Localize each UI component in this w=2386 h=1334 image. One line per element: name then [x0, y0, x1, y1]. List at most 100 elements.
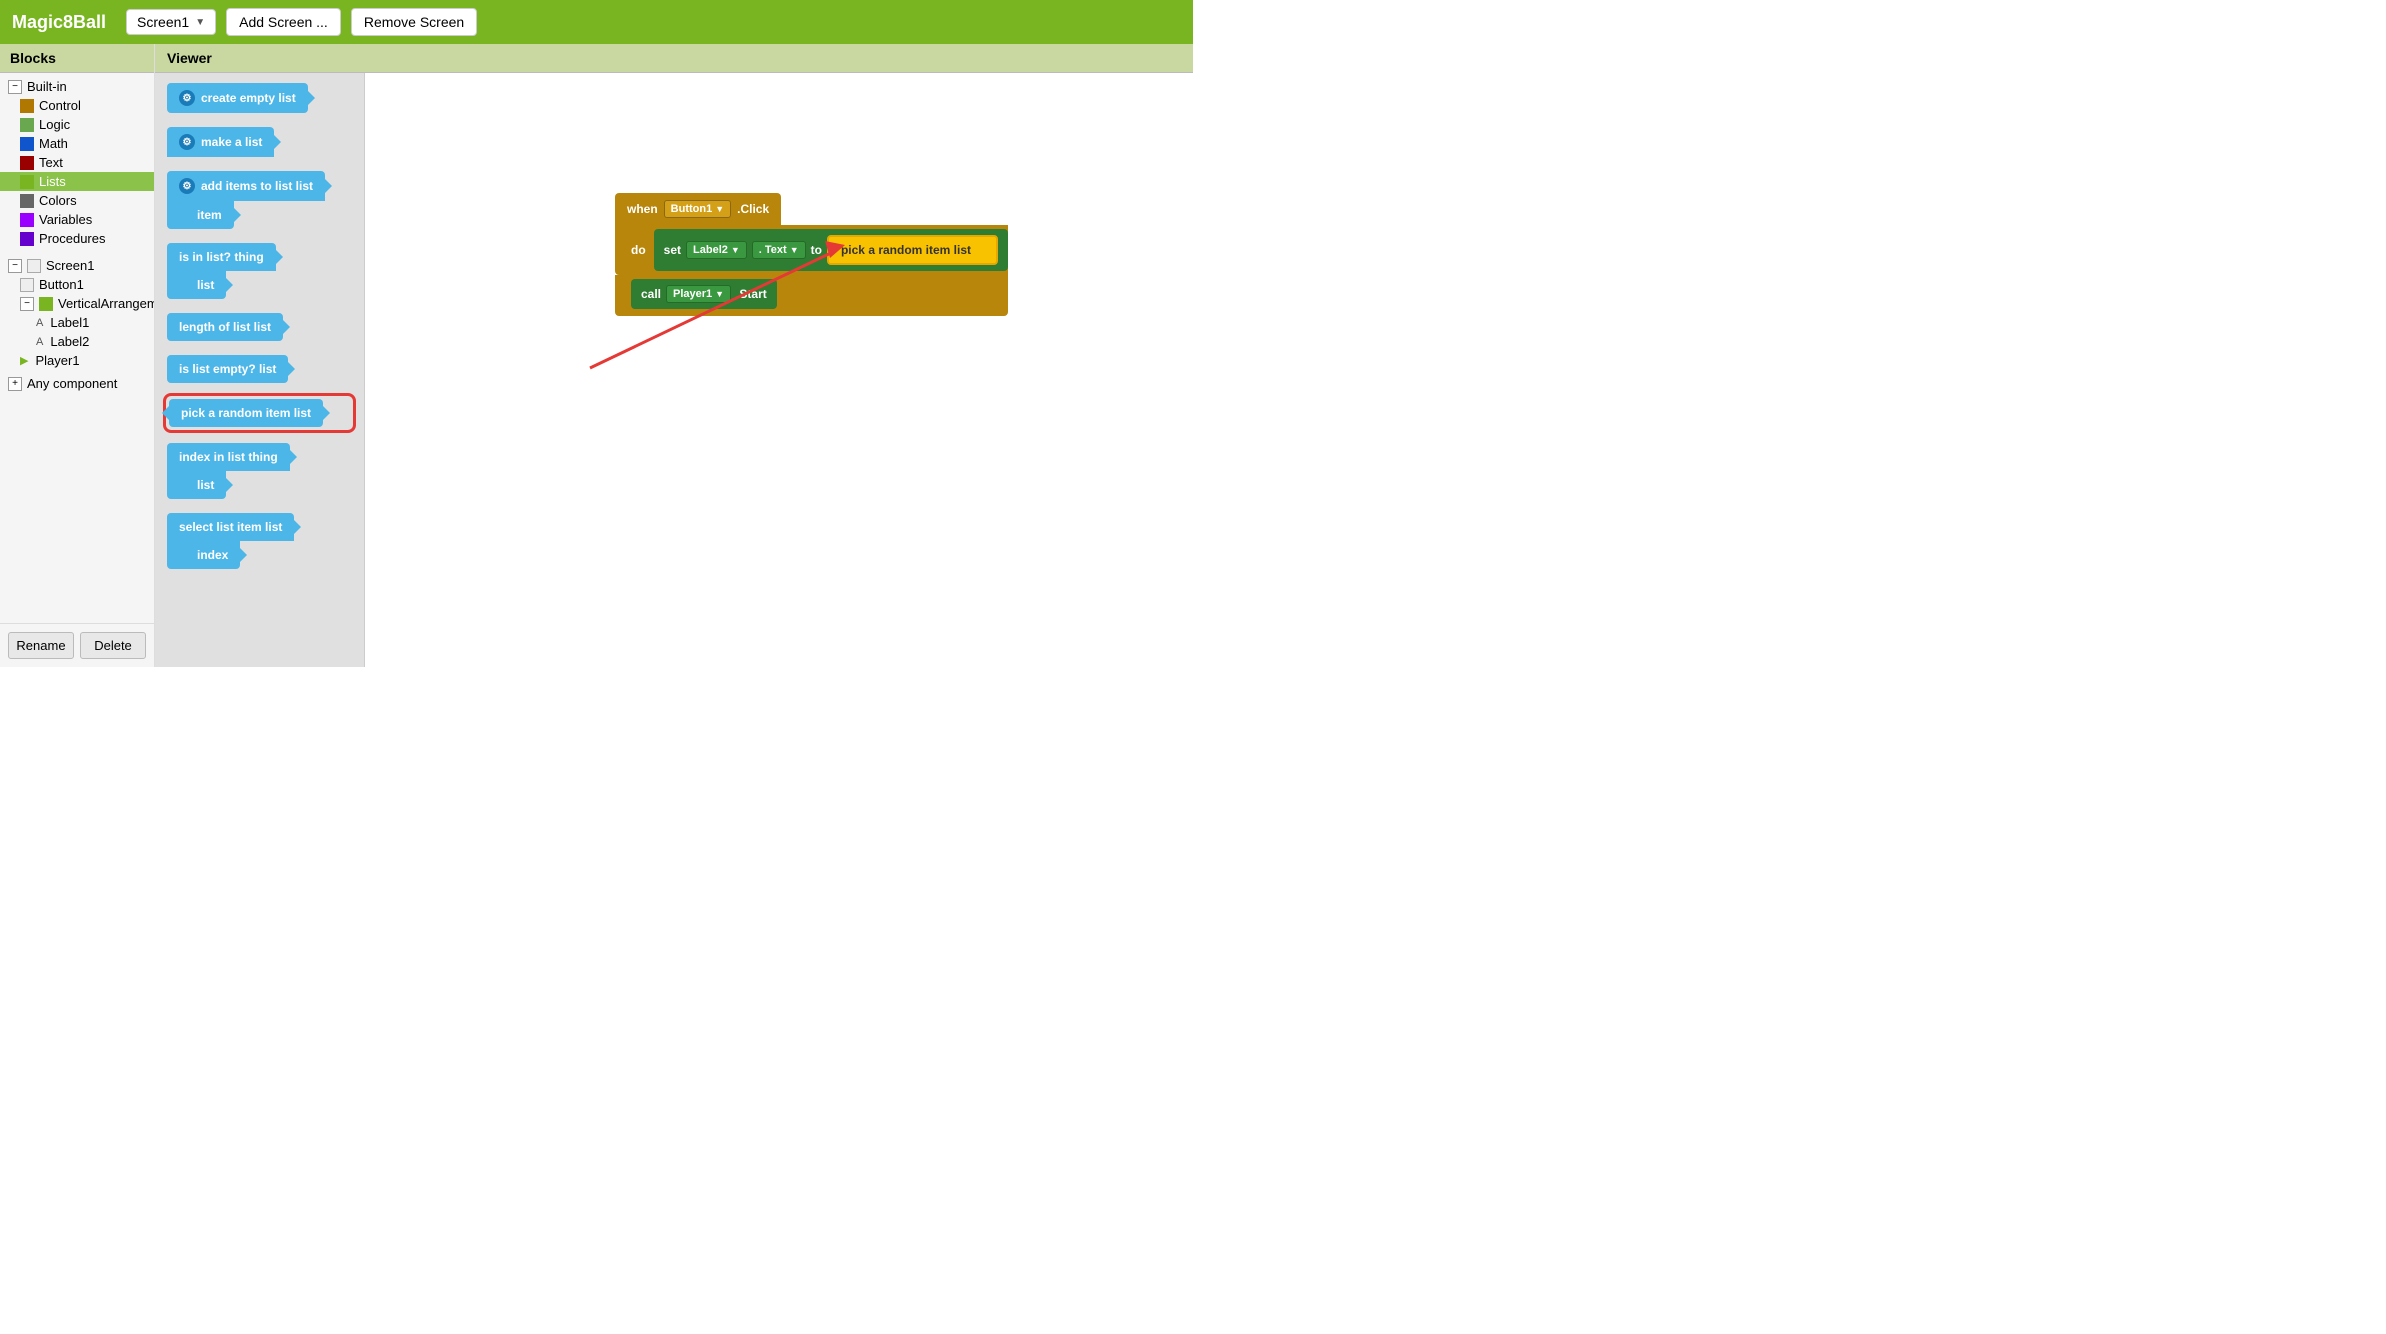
- sidebar-item-math[interactable]: Math: [0, 134, 154, 153]
- button1-label: Button1: [39, 277, 84, 292]
- sidebar-item-text[interactable]: Text: [0, 153, 154, 172]
- add-items-block-line1[interactable]: add items to list list: [167, 171, 325, 201]
- pick-random-item-label: pick a random item list: [181, 406, 311, 420]
- sidebar-item-verticalarrangement1[interactable]: − VerticalArrangement1: [0, 294, 154, 313]
- sidebar-item-colors[interactable]: Colors: [0, 191, 154, 210]
- is-in-list-label2: list: [197, 278, 214, 292]
- block-length-of-list: length of list list: [167, 313, 352, 341]
- select-list-item-block-line2[interactable]: index: [167, 541, 240, 569]
- block-create-empty-list: create empty list: [167, 83, 352, 113]
- block-make-a-list: make a list: [167, 127, 352, 157]
- screen1-label: Screen1: [46, 258, 94, 273]
- add-screen-button[interactable]: Add Screen ...: [226, 8, 341, 36]
- index-in-list-block-line1[interactable]: index in list thing: [167, 443, 290, 471]
- text-color-icon: [20, 156, 34, 170]
- sidebar-item-lists[interactable]: Lists: [0, 172, 154, 191]
- anycomponent-expand-icon[interactable]: +: [8, 377, 22, 391]
- blocks-palette: create empty list make a list: [155, 73, 365, 667]
- variables-color-icon: [20, 213, 34, 227]
- builtin-collapse-icon[interactable]: −: [8, 80, 22, 94]
- do-row: do set Label2 ▼ . Text ▼ to: [615, 225, 1008, 275]
- block-notch-8: [288, 362, 295, 376]
- delete-button[interactable]: Delete: [80, 632, 146, 659]
- select-list-item-label1: select list item list: [179, 520, 282, 534]
- is-list-empty-block[interactable]: is list empty? list: [167, 355, 288, 383]
- gear-icon-3: [179, 178, 195, 194]
- index-in-list-label1: index in list thing: [179, 450, 278, 464]
- player1-dropdown[interactable]: Player1 ▼: [666, 285, 731, 303]
- sidebar-item-label1[interactable]: A Label1: [0, 313, 154, 332]
- lists-color-icon: [20, 175, 34, 189]
- variables-label: Variables: [39, 212, 92, 227]
- is-in-list-block-line2[interactable]: list: [167, 271, 226, 299]
- control-label: Control: [39, 98, 81, 113]
- sidebar-item-control[interactable]: Control: [0, 96, 154, 115]
- label2-label: Label2: [50, 334, 89, 349]
- button1-dropdown[interactable]: Button1 ▼: [664, 200, 731, 218]
- call-block[interactable]: call Player1 ▼ .Start: [631, 279, 777, 309]
- logic-label: Logic: [39, 117, 70, 132]
- pick-random-item-block[interactable]: pick a random item list: [169, 399, 323, 427]
- length-of-list-label: length of list list: [179, 320, 271, 334]
- add-items-block-line2[interactable]: item: [167, 201, 234, 229]
- block-select-list-item: select list item list index: [167, 513, 352, 569]
- block-notch-10: [290, 450, 297, 464]
- sidebar-item-player1[interactable]: ▶ Player1: [0, 351, 154, 370]
- yellow-right-notch: [977, 243, 984, 257]
- is-in-list-block-line1[interactable]: is in list? thing: [167, 243, 276, 271]
- start-label: .Start: [736, 287, 767, 301]
- screen1-expand[interactable]: − Screen1: [0, 256, 154, 275]
- when-block[interactable]: when Button1 ▼ .Click: [615, 193, 781, 225]
- is-list-empty-label: is list empty? list: [179, 362, 276, 376]
- remove-screen-button[interactable]: Remove Screen: [351, 8, 477, 36]
- block-notch-7: [283, 320, 290, 334]
- app-header: Magic8Ball Screen1 ▼ Add Screen ... Remo…: [0, 0, 1193, 44]
- chevron-down-icon: ▼: [195, 17, 205, 28]
- text-property-dropdown[interactable]: . Text ▼: [752, 241, 806, 259]
- anycomponent-label: Any component: [27, 376, 117, 391]
- sidebar-item-button1[interactable]: Button1: [0, 275, 154, 294]
- block-is-list-empty: is list empty? list: [167, 355, 352, 383]
- canvas-area: when Button1 ▼ .Click do set La: [365, 73, 1193, 667]
- va1-collapse-icon[interactable]: −: [20, 297, 34, 311]
- button1-caret: ▼: [715, 204, 724, 214]
- main-layout: Blocks − Built-in Control Logic Math Tex…: [0, 44, 1193, 667]
- length-of-list-block[interactable]: length of list list: [167, 313, 283, 341]
- block-index-in-list: index in list thing list: [167, 443, 352, 499]
- create-empty-list-block[interactable]: create empty list: [167, 83, 308, 113]
- block-is-in-list: is in list? thing list: [167, 243, 352, 299]
- label1-icon: A: [36, 317, 43, 329]
- gear-icon-2: [179, 134, 195, 150]
- set-block[interactable]: set Label2 ▼ . Text ▼ to pick a random i…: [654, 229, 1008, 271]
- pick-random-yellow-block[interactable]: pick a random item list: [827, 235, 998, 265]
- sidebar: Blocks − Built-in Control Logic Math Tex…: [0, 44, 155, 667]
- sidebar-item-logic[interactable]: Logic: [0, 115, 154, 134]
- label1-label: Label1: [50, 315, 89, 330]
- lists-label: Lists: [39, 174, 66, 189]
- gear-icon: [179, 90, 195, 106]
- screen1-collapse-icon[interactable]: −: [8, 259, 22, 273]
- sidebar-item-anycomponent[interactable]: + Any component: [0, 374, 154, 393]
- screen1-section: − Screen1 Button1 − VerticalArrangement1…: [0, 252, 154, 374]
- sidebar-item-label2[interactable]: A Label2: [0, 332, 154, 351]
- make-a-list-block[interactable]: make a list: [167, 127, 274, 157]
- label2-dropdown[interactable]: Label2 ▼: [686, 241, 747, 259]
- builtin-expand[interactable]: − Built-in: [0, 77, 154, 96]
- block-notch-12: [294, 520, 301, 534]
- index-in-list-block-line2[interactable]: list: [167, 471, 226, 499]
- create-empty-list-label: create empty list: [201, 91, 296, 105]
- to-label: to: [811, 243, 822, 257]
- content-area: Viewer create empty list: [155, 44, 1193, 667]
- select-list-item-block-line1[interactable]: select list item list: [167, 513, 294, 541]
- screen-dropdown[interactable]: Screen1 ▼: [126, 9, 216, 35]
- block-notch-4: [234, 208, 241, 222]
- rename-button[interactable]: Rename: [8, 632, 74, 659]
- sidebar-item-procedures[interactable]: Procedures: [0, 229, 154, 248]
- va1-icon: [39, 297, 53, 311]
- sidebar-item-variables[interactable]: Variables: [0, 210, 154, 229]
- player1-caret: ▼: [715, 289, 724, 299]
- viewer-body: create empty list make a list: [155, 73, 1193, 667]
- screen1-icon: [27, 259, 41, 273]
- block-notch-3: [325, 179, 332, 193]
- colors-label: Colors: [39, 193, 77, 208]
